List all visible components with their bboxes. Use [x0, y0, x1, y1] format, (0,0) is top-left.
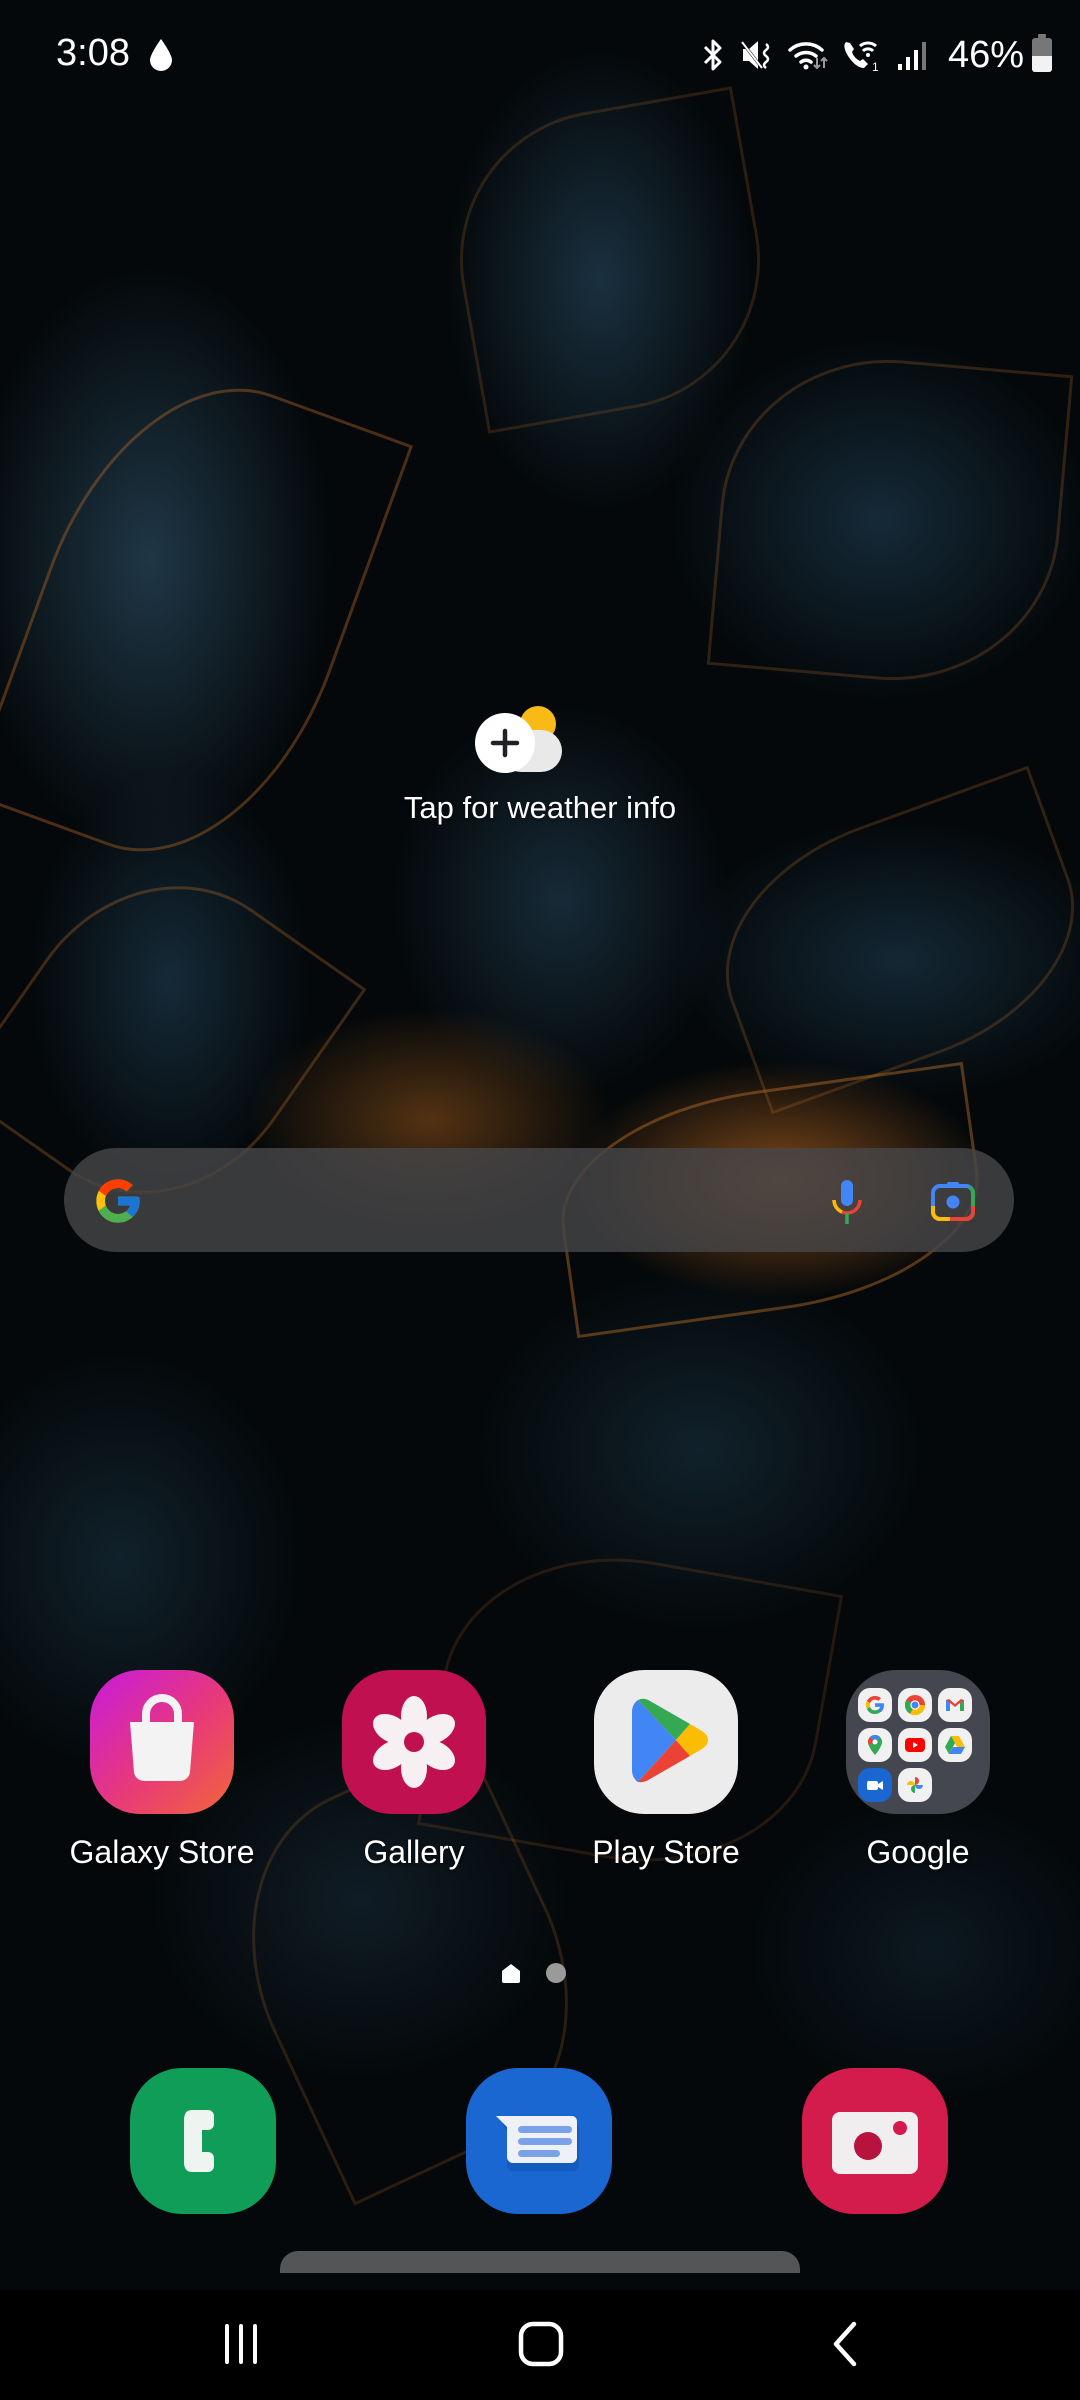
folder-icon: [846, 1670, 990, 1814]
google-search-bar[interactable]: [64, 1148, 1014, 1252]
app-label: Gallery: [363, 1834, 465, 1870]
battery-icon: [1032, 34, 1052, 72]
app-label: Google: [866, 1834, 970, 1870]
page-dot[interactable]: [546, 1963, 566, 1983]
app-label: Play Store: [592, 1834, 740, 1870]
mute-icon: [740, 41, 770, 69]
navigation-bar: [0, 2290, 1080, 2400]
recents-button[interactable]: [196, 2314, 286, 2374]
home-icon: [518, 2321, 564, 2367]
google-icon: [858, 1688, 892, 1722]
back-icon: [833, 2321, 857, 2367]
system-status-icons: 1 46%: [700, 30, 1052, 80]
flower-icon: [342, 1670, 486, 1814]
svg-text:1: 1: [872, 60, 879, 72]
phone-icon: [184, 2110, 214, 2172]
dock-camera[interactable]: [802, 2068, 948, 2214]
mic-icon[interactable]: [830, 1178, 864, 1226]
wifi-icon: [788, 42, 828, 70]
messages-icon: [496, 2116, 579, 2171]
recents-icon: [225, 2324, 257, 2364]
weather-label: Tap for weather info: [403, 790, 677, 825]
app-play-store[interactable]: Play Store: [566, 1670, 766, 1871]
drive-icon: [938, 1728, 972, 1762]
google-lens-icon[interactable]: [930, 1180, 976, 1222]
google-g-icon: [96, 1179, 140, 1223]
meet-icon: [858, 1768, 892, 1802]
app-drawer-handle[interactable]: [280, 2251, 800, 2273]
weather-widget[interactable]: Tap for weather info: [340, 690, 740, 840]
clock: 3:08: [56, 32, 130, 74]
app-gallery[interactable]: Gallery: [314, 1670, 514, 1871]
home-page-indicator-icon[interactable]: [500, 1962, 522, 1984]
dock-messages[interactable]: [466, 2068, 612, 2214]
shopping-bag-icon: [90, 1670, 234, 1814]
play-store-icon: [594, 1670, 738, 1814]
wifi-calling-icon: 1: [844, 41, 879, 72]
weather-add-icon: [475, 706, 562, 773]
gmail-icon: [938, 1688, 972, 1722]
dock-phone[interactable]: [130, 2068, 276, 2214]
bluetooth-icon: [703, 39, 722, 71]
back-button[interactable]: [800, 2314, 890, 2374]
app-label: Galaxy Store: [69, 1834, 255, 1870]
battery-level-fill: [1032, 56, 1052, 72]
camera-icon: [832, 2112, 918, 2174]
page-indicator[interactable]: [500, 1962, 566, 1984]
photos-icon: [898, 1768, 932, 1802]
status-bar[interactable]: 3:08 1 46%: [0, 0, 1080, 110]
app-folder-google[interactable]: Google: [818, 1670, 1018, 1871]
signal-icon: [897, 42, 926, 70]
battery-percent: 46%: [947, 33, 1024, 76]
maps-icon: [858, 1728, 892, 1762]
water-drop-icon: [150, 39, 172, 71]
app-galaxy-store[interactable]: Galaxy Store: [62, 1670, 262, 1871]
chrome-icon: [898, 1688, 932, 1722]
youtube-icon: [898, 1728, 932, 1762]
home-button[interactable]: [496, 2314, 586, 2374]
